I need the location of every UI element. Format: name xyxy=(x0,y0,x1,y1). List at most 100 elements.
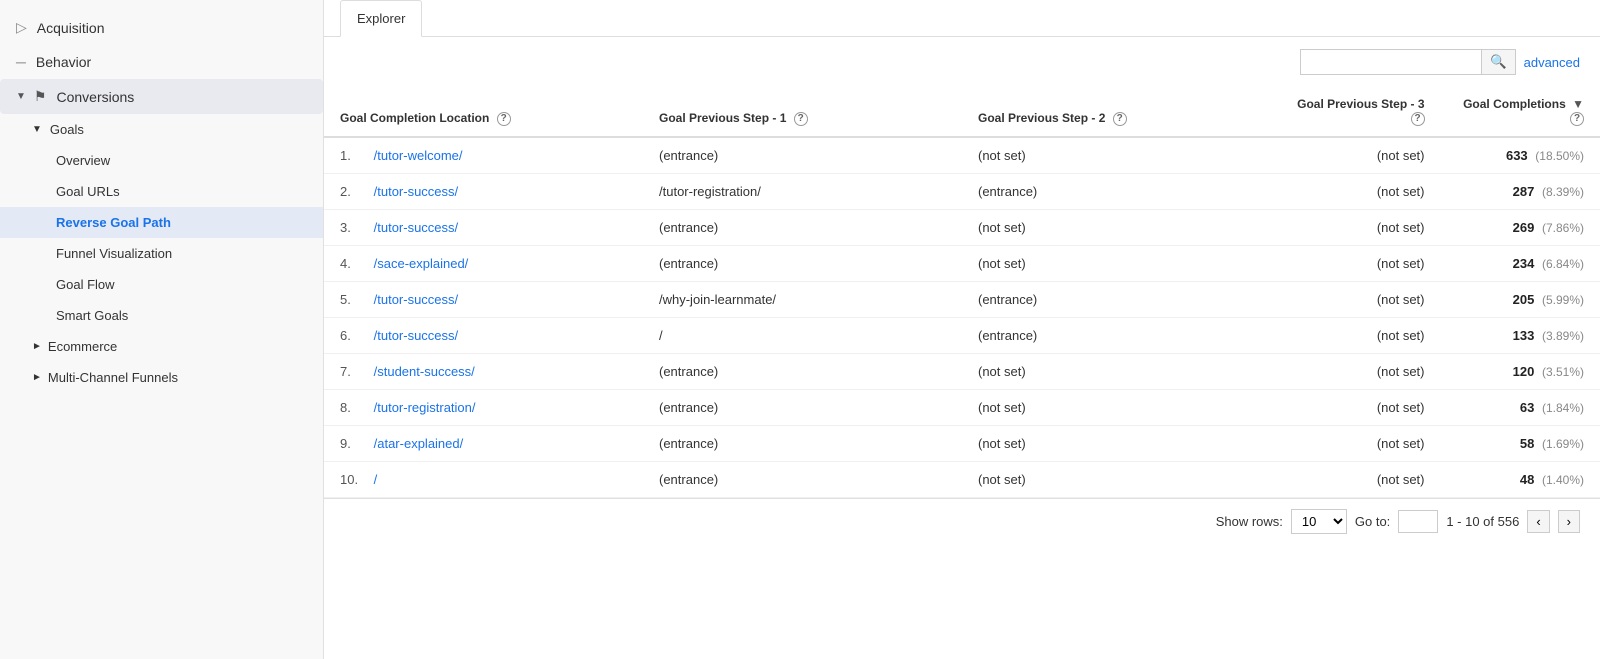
cell-completions: 120 (3.51%) xyxy=(1441,353,1600,389)
col1-help-icon[interactable]: ? xyxy=(497,112,511,126)
behavior-label: Behavior xyxy=(36,54,91,70)
goto-label: Go to: xyxy=(1355,514,1390,529)
col1-header: Goal Completion Location ? xyxy=(324,87,643,137)
col2-help-icon[interactable]: ? xyxy=(794,112,808,126)
sidebar-item-smart-goals[interactable]: Smart Goals xyxy=(0,300,323,331)
cell-completions: 287 (8.39%) xyxy=(1441,173,1600,209)
sidebar-item-overview[interactable]: Overview xyxy=(0,145,323,176)
goal-completion-location-link[interactable]: /tutor-welcome/ xyxy=(374,148,463,163)
search-input[interactable] xyxy=(1301,51,1481,74)
search-box: 🔍 xyxy=(1300,49,1516,75)
goal-completion-location-link[interactable]: /tutor-success/ xyxy=(374,220,459,235)
cell-prev-step-3: (not set) xyxy=(1281,137,1441,174)
col2-header: Goal Previous Step - 1 ? xyxy=(643,87,962,137)
toolbar: 🔍 advanced xyxy=(324,37,1600,87)
completions-value: 48 xyxy=(1520,472,1534,487)
sidebar-item-goals[interactable]: ▼ Goals xyxy=(0,114,323,145)
sort-arrow-icon: ▼ xyxy=(1572,97,1584,111)
col4-help-icon[interactable]: ? xyxy=(1411,112,1425,126)
cell-num-path: 4. /sace-explained/ xyxy=(324,245,643,281)
sidebar-item-behavior[interactable]: ─ Behavior xyxy=(0,45,323,79)
cell-prev-step-2: (entrance) xyxy=(962,317,1281,353)
goal-completion-location-link[interactable]: /student-success/ xyxy=(374,364,475,379)
goals-submenu: ▼ Goals Overview Goal URLs Reverse Goal … xyxy=(0,114,323,331)
row-number: 10. xyxy=(340,472,370,487)
cell-num-path: 1. /tutor-welcome/ xyxy=(324,137,643,174)
cell-prev-step-3: (not set) xyxy=(1281,209,1441,245)
cell-prev-step-2: (entrance) xyxy=(962,173,1281,209)
prev-page-button[interactable]: ‹ xyxy=(1527,510,1549,533)
overview-label: Overview xyxy=(56,153,110,168)
cell-prev-step-3: (not set) xyxy=(1281,173,1441,209)
next-page-button[interactable]: › xyxy=(1558,510,1580,533)
conversions-caret-icon: ▼ xyxy=(16,91,26,102)
cell-num-path: 7. /student-success/ xyxy=(324,353,643,389)
completions-value: 63 xyxy=(1520,400,1534,415)
cell-num-path: 9. /atar-explained/ xyxy=(324,425,643,461)
pagination-bar: Show rows: 102550100500 Go to: 1 1 - 10 … xyxy=(324,498,1600,544)
completions-percent: (18.50%) xyxy=(1535,149,1584,163)
col3-header: Goal Previous Step - 2 ? xyxy=(962,87,1281,137)
goals-label: Goals xyxy=(50,122,84,137)
cell-num-path: 6. /tutor-success/ xyxy=(324,317,643,353)
goal-completion-location-link[interactable]: /sace-explained/ xyxy=(374,256,469,271)
completions-percent: (6.84%) xyxy=(1542,257,1584,271)
sidebar-item-acquisition[interactable]: ▷ Acquisition xyxy=(0,10,323,45)
tab-explorer[interactable]: Explorer xyxy=(340,0,422,37)
row-number: 1. xyxy=(340,148,370,163)
cell-prev-step-2: (not set) xyxy=(962,245,1281,281)
cell-num-path: 8. /tutor-registration/ xyxy=(324,389,643,425)
rows-select[interactable]: 102550100500 xyxy=(1291,509,1347,534)
acquisition-label: Acquisition xyxy=(37,20,105,36)
sidebar-section-conversions: ▼ ⚑ Conversions ▼ Goals Overview Goal UR… xyxy=(0,79,323,393)
cell-completions: 234 (6.84%) xyxy=(1441,245,1600,281)
cell-prev-step-3: (not set) xyxy=(1281,461,1441,497)
behavior-icon: ─ xyxy=(16,54,26,70)
sidebar-item-multichannel[interactable]: ► Multi-Channel Funnels xyxy=(0,362,323,393)
cell-prev-step-3: (not set) xyxy=(1281,245,1441,281)
row-number: 9. xyxy=(340,436,370,451)
cell-prev-step-3: (not set) xyxy=(1281,353,1441,389)
cell-prev-step-1: (entrance) xyxy=(643,425,962,461)
table-row: 4. /sace-explained/ (entrance) (not set)… xyxy=(324,245,1600,281)
goal-completion-location-link[interactable]: /tutor-registration/ xyxy=(374,400,476,415)
goto-input[interactable]: 1 xyxy=(1398,510,1438,533)
cell-completions: 133 (3.89%) xyxy=(1441,317,1600,353)
row-number: 3. xyxy=(340,220,370,235)
cell-completions: 269 (7.86%) xyxy=(1441,209,1600,245)
completions-percent: (8.39%) xyxy=(1542,185,1584,199)
sidebar-item-funnel-visualization[interactable]: Funnel Visualization xyxy=(0,238,323,269)
cell-prev-step-1: /why-join-learnmate/ xyxy=(643,281,962,317)
advanced-link[interactable]: advanced xyxy=(1524,55,1580,70)
goal-completion-location-link[interactable]: /tutor-success/ xyxy=(374,292,459,307)
tab-explorer-label: Explorer xyxy=(357,11,405,26)
main-content: Explorer 🔍 advanced Goal Completion Loca… xyxy=(324,0,1600,659)
range-text: 1 - 10 of 556 xyxy=(1446,514,1519,529)
multichannel-label: Multi-Channel Funnels xyxy=(48,370,178,385)
goal-completion-location-link[interactable]: / xyxy=(374,472,378,487)
sidebar-item-ecommerce[interactable]: ► Ecommerce xyxy=(0,331,323,362)
goal-completion-location-link[interactable]: /tutor-success/ xyxy=(374,328,459,343)
col5-help-icon[interactable]: ? xyxy=(1570,112,1584,126)
goal-completion-location-link[interactable]: /atar-explained/ xyxy=(374,436,464,451)
tabs-bar: Explorer xyxy=(324,0,1600,37)
goal-completion-location-link[interactable]: /tutor-success/ xyxy=(374,184,459,199)
table-row: 3. /tutor-success/ (entrance) (not set) … xyxy=(324,209,1600,245)
sidebar-item-conversions[interactable]: ▼ ⚑ Conversions xyxy=(0,79,323,114)
sidebar-item-goal-urls[interactable]: Goal URLs xyxy=(0,176,323,207)
cell-prev-step-2: (not set) xyxy=(962,389,1281,425)
completions-percent: (3.89%) xyxy=(1542,329,1584,343)
sidebar-item-reverse-goal-path[interactable]: Reverse Goal Path xyxy=(0,207,323,238)
col3-help-icon[interactable]: ? xyxy=(1113,112,1127,126)
row-number: 4. xyxy=(340,256,370,271)
acquisition-icon: ▷ xyxy=(16,19,27,36)
table-row: 5. /tutor-success/ /why-join-learnmate/ … xyxy=(324,281,1600,317)
cell-prev-step-1: (entrance) xyxy=(643,209,962,245)
cell-prev-step-1: / xyxy=(643,317,962,353)
completions-percent: (1.40%) xyxy=(1542,473,1584,487)
completions-value: 287 xyxy=(1513,184,1535,199)
table-row: 2. /tutor-success/ /tutor-registration/ … xyxy=(324,173,1600,209)
search-button[interactable]: 🔍 xyxy=(1481,50,1515,74)
sidebar-item-goal-flow[interactable]: Goal Flow xyxy=(0,269,323,300)
table-row: 6. /tutor-success/ / (entrance) (not set… xyxy=(324,317,1600,353)
